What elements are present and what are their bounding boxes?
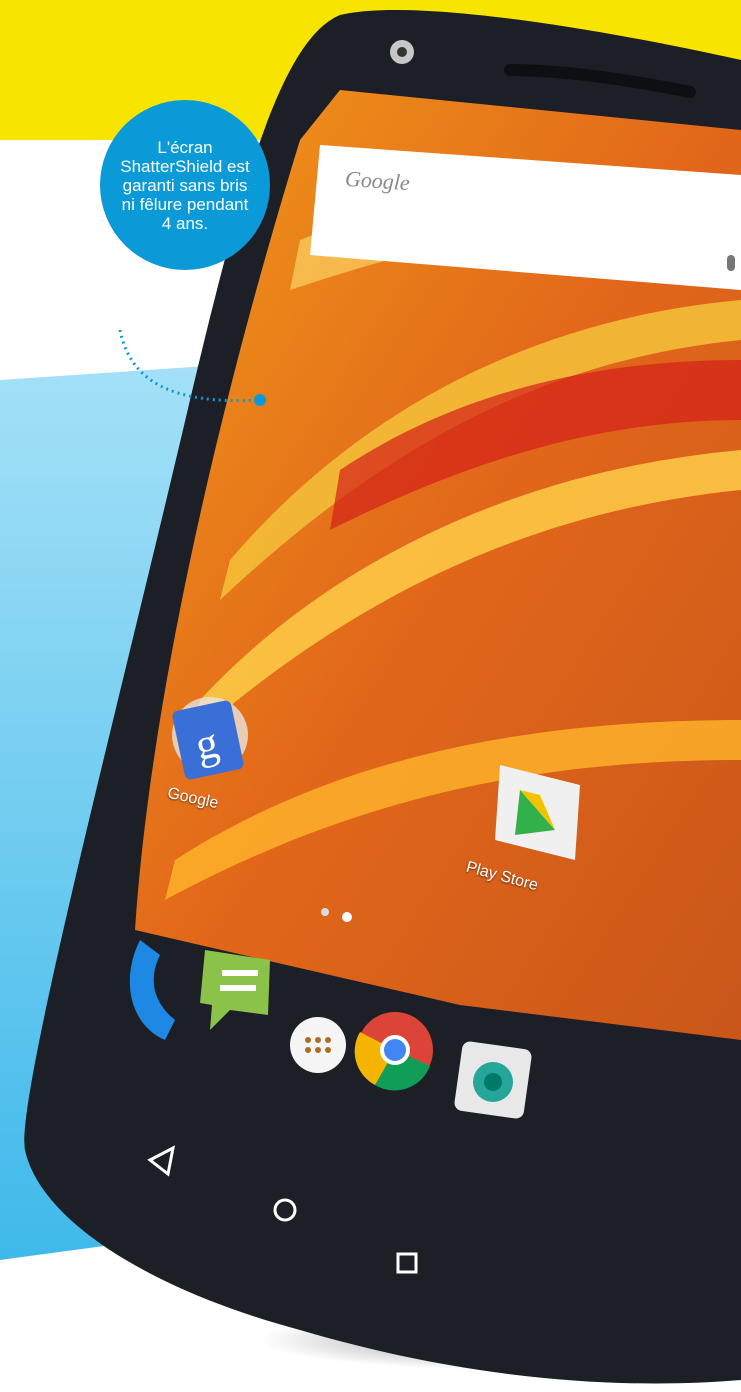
callout-connector — [118, 329, 266, 406]
